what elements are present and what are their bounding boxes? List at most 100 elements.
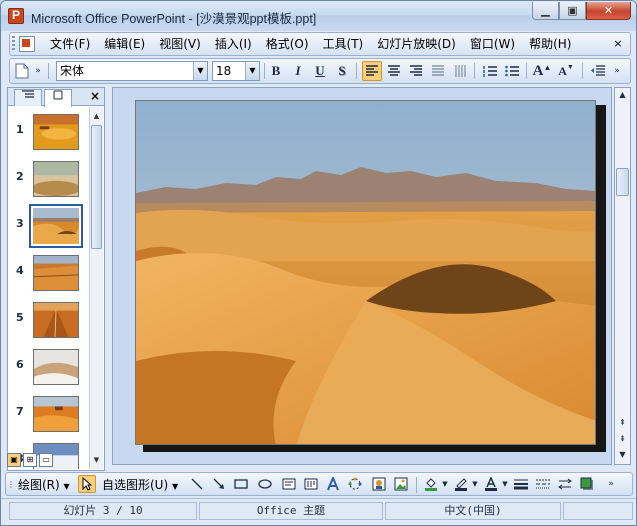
slide-thumbnail[interactable] — [33, 349, 79, 385]
toolbar-options-icon[interactable]: » — [610, 61, 624, 81]
rectangle-button[interactable] — [232, 475, 250, 493]
toolbar-options-icon[interactable]: » — [604, 475, 618, 493]
menu-view[interactable]: 视图(V) — [152, 33, 208, 55]
normal-view-icon[interactable]: ▣ — [7, 453, 21, 467]
arrow-button[interactable] — [210, 475, 228, 493]
clip-art-icon — [372, 477, 386, 491]
scrollbar-thumb[interactable] — [616, 168, 629, 196]
document-icon[interactable] — [19, 36, 35, 52]
scroll-up-icon[interactable]: ▲ — [615, 88, 630, 102]
scrollbar-thumb[interactable] — [91, 125, 102, 249]
shadow-style-button[interactable] — [578, 475, 596, 493]
slide-thumbnail-row[interactable]: 6 — [8, 346, 90, 386]
close-button[interactable]: ✕ — [586, 2, 631, 20]
clip-art-button[interactable] — [370, 475, 388, 493]
minimize-icon: ▁ — [541, 4, 550, 17]
slide-thumbnail-row[interactable]: 4 — [8, 252, 90, 292]
line-style-button[interactable] — [512, 475, 530, 493]
next-slide-icon[interactable]: ⇟ — [615, 432, 630, 446]
slide-thumbnail-selected[interactable] — [29, 204, 83, 248]
slides-tab[interactable] — [44, 89, 72, 107]
chevron-down-icon[interactable]: ▼ — [500, 475, 510, 493]
menu-insert[interactable]: 插入(I) — [208, 33, 259, 55]
fill-color-button[interactable] — [422, 475, 440, 493]
slide-thumbnail-row[interactable]: 2 — [8, 158, 90, 198]
scroll-down-icon[interactable]: ▼ — [90, 453, 103, 467]
powerpoint-app-icon[interactable] — [8, 8, 24, 24]
toolbar-grip[interactable]: ⋮ — [7, 475, 15, 493]
underline-button[interactable]: U — [310, 61, 330, 81]
document-close-icon[interactable]: × — [610, 36, 626, 52]
italic-button[interactable]: I — [288, 61, 308, 81]
slide-area-scrollbar[interactable]: ▲ ⇞ ⇟ ▼ — [614, 87, 631, 465]
slide-thumbnail-row[interactable]: 7 — [8, 393, 90, 433]
scroll-down-icon[interactable]: ▼ — [615, 448, 630, 462]
new-document-icon[interactable] — [12, 61, 32, 81]
text-shadow-button[interactable]: S — [332, 61, 352, 81]
title-bar[interactable]: Microsoft Office PowerPoint - [沙漠景观ppt模板… — [1, 1, 636, 31]
slide-thumbnail-row[interactable]: 1 — [8, 111, 90, 151]
line-color-button[interactable] — [452, 475, 470, 493]
align-left-button[interactable] — [362, 61, 382, 81]
toolbar-separator — [264, 63, 265, 79]
chevron-down-icon[interactable]: ▼ — [193, 62, 207, 80]
menu-help[interactable]: 帮助(H) — [522, 33, 578, 55]
font-color-button[interactable] — [482, 475, 500, 493]
wordart-icon — [327, 477, 339, 491]
minimize-button[interactable]: ▁ — [532, 2, 559, 20]
previous-slide-icon[interactable]: ⇞ — [615, 416, 630, 430]
slide-thumbnail[interactable] — [33, 114, 79, 150]
align-center-button[interactable] — [384, 61, 404, 81]
current-slide[interactable] — [135, 100, 596, 445]
vertical-text-box-button[interactable] — [302, 475, 320, 493]
slide-thumbnail[interactable] — [33, 396, 79, 432]
dash-style-button[interactable] — [534, 475, 552, 493]
line-button[interactable] — [188, 475, 206, 493]
select-objects-button[interactable] — [78, 475, 96, 493]
slide-thumbnail-row[interactable]: 5 — [8, 299, 90, 339]
arrow-style-button[interactable] — [556, 475, 574, 493]
slide-sorter-view-icon[interactable]: ⊞ — [23, 453, 37, 467]
font-name-select[interactable]: 宋体 ▼ — [56, 61, 208, 81]
close-icon[interactable]: × — [90, 89, 100, 103]
slide-thumbnail[interactable] — [33, 161, 79, 197]
decrease-indent-button[interactable] — [588, 61, 608, 81]
draw-menu-button[interactable]: 绘图(R) ▼ — [18, 476, 70, 493]
chevron-down-icon[interactable]: ▼ — [245, 62, 259, 80]
increase-font-button[interactable]: A ▲ — [532, 61, 552, 81]
text-box-button[interactable] — [280, 475, 298, 493]
distribute-vertical-button[interactable] — [450, 61, 470, 81]
scroll-up-icon[interactable]: ▲ — [90, 109, 103, 123]
menu-grip[interactable] — [12, 36, 15, 52]
insert-picture-button[interactable] — [392, 475, 410, 493]
menu-slideshow[interactable]: 幻灯片放映(D) — [370, 33, 463, 55]
slide-editing-area[interactable] — [112, 87, 612, 465]
numbering-button[interactable] — [480, 61, 500, 81]
chevron-down-icon[interactable]: ▼ — [470, 475, 480, 493]
oval-button[interactable] — [256, 475, 274, 493]
align-right-button[interactable] — [406, 61, 426, 81]
wordart-button[interactable] — [324, 475, 342, 493]
maximize-button[interactable]: ▣ — [559, 2, 586, 20]
slide-thumbnail[interactable] — [33, 302, 79, 338]
slide-thumbnail-row[interactable]: 3 — [8, 204, 90, 248]
slides-pane-scrollbar[interactable]: ▲ ▼ — [89, 107, 103, 469]
menu-file[interactable]: 文件(F) — [43, 33, 97, 55]
toolbar-options-icon[interactable]: » — [32, 61, 44, 81]
bullets-button[interactable] — [502, 61, 522, 81]
font-size-select[interactable]: 18 ▼ — [212, 61, 260, 81]
menu-edit[interactable]: 编辑(E) — [97, 33, 152, 55]
slideshow-view-icon[interactable]: ▭ — [39, 453, 53, 467]
slide-thumbnail[interactable] — [33, 255, 79, 291]
distribute-horizontal-button[interactable] — [428, 61, 448, 81]
outline-tab[interactable] — [14, 89, 42, 106]
menu-format[interactable]: 格式(O) — [259, 33, 316, 55]
chevron-down-icon[interactable]: ▼ — [440, 475, 450, 493]
bold-button[interactable]: B — [266, 61, 286, 81]
menu-window[interactable]: 窗口(W) — [463, 33, 522, 55]
diagram-button[interactable] — [346, 475, 364, 493]
autoshapes-menu-button[interactable]: 自选图形(U) ▼ — [102, 476, 178, 493]
decrease-font-button[interactable]: A ▼ — [556, 61, 576, 81]
pen-icon — [455, 478, 467, 491]
menu-tools[interactable]: 工具(T) — [316, 33, 371, 55]
